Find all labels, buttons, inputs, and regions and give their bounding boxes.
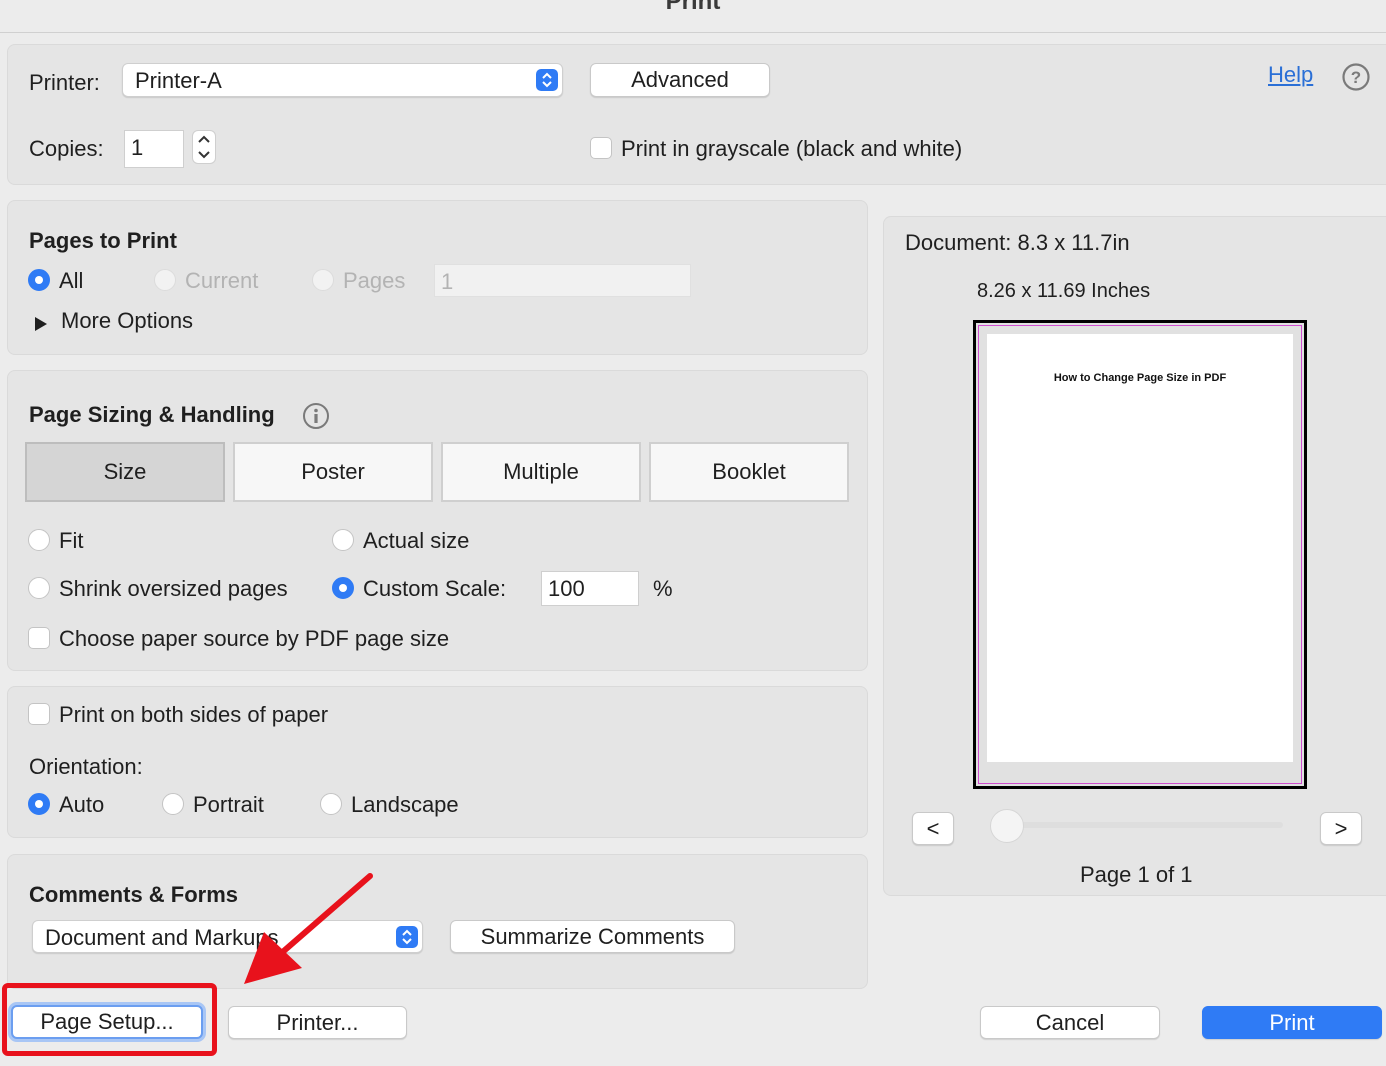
fit-label: Fit	[59, 528, 84, 553]
custom-scale-value: 100	[548, 576, 585, 601]
help-icon[interactable]: ?	[1341, 62, 1371, 92]
annotation-highlight-box	[2, 983, 217, 1056]
more-options-label[interactable]: More Options	[61, 308, 193, 334]
prev-page-button[interactable]: <	[912, 812, 954, 845]
select-stepper-icon	[536, 69, 558, 91]
fit-radio[interactable]	[28, 529, 50, 551]
percent-label: %	[653, 576, 673, 601]
custom-scale-label: Custom Scale:	[363, 576, 507, 601]
preview-page-heading: How to Change Page Size in PDF	[1053, 372, 1227, 384]
comments-heading: Comments & Forms	[29, 882, 239, 907]
copies-stepper[interactable]	[192, 130, 216, 164]
printer-button[interactable]: Printer...	[228, 1006, 407, 1039]
tab-multiple[interactable]: Multiple	[441, 442, 641, 502]
page-size-label: 8.26 x 11.69 Inches	[977, 280, 1151, 302]
next-page-button[interactable]: >	[1320, 812, 1362, 845]
orientation-auto-label: Auto	[59, 792, 105, 817]
orientation-label: Orientation:	[29, 754, 143, 779]
help-link[interactable]: Help	[1268, 62, 1313, 88]
summarize-comments-button[interactable]: Summarize Comments	[450, 920, 735, 953]
preview-page-sheet: How to Change Page Size in PDF	[987, 334, 1293, 762]
page-sizing-heading: Page Sizing & Handling	[29, 402, 275, 427]
orientation-portrait-radio[interactable]	[162, 793, 184, 815]
info-icon[interactable]	[302, 402, 330, 436]
annotation-arrow-icon	[244, 873, 373, 984]
titlebar-divider	[0, 32, 1386, 33]
orientation-landscape-radio[interactable]	[320, 793, 342, 815]
pages-all-label: All	[59, 268, 84, 293]
printer-select[interactable]: Printer-A	[122, 63, 563, 97]
page-slider-thumb[interactable]	[990, 809, 1024, 843]
svg-text:?: ?	[1351, 68, 1361, 87]
printer-select-value: Printer-A	[135, 68, 222, 93]
tab-booklet[interactable]: Booklet	[649, 442, 849, 502]
orientation-portrait-label: Portrait	[193, 792, 264, 817]
tab-size[interactable]: Size	[25, 442, 225, 502]
copies-label: Copies:	[29, 136, 104, 161]
pages-range-label: Pages	[343, 268, 406, 293]
document-size-label: Document: 8.3 x 11.7in	[905, 230, 1130, 255]
paper-source-checkbox[interactable]	[28, 627, 50, 649]
actual-size-label: Actual size	[363, 528, 470, 553]
page-slider-track[interactable]	[1000, 822, 1283, 828]
window-title: Print	[665, 0, 721, 15]
page-indicator: Page 1 of 1	[1080, 862, 1193, 887]
copies-field[interactable]: 1	[124, 130, 184, 168]
advanced-button[interactable]: Advanced	[590, 63, 770, 97]
shrink-label: Shrink oversized pages	[59, 576, 288, 601]
printer-label: Printer:	[29, 70, 100, 95]
actual-size-radio[interactable]	[332, 529, 354, 551]
copies-value: 1	[131, 135, 144, 160]
paper-source-label: Choose paper source by PDF page size	[59, 626, 450, 651]
custom-scale-radio[interactable]	[332, 577, 354, 599]
pages-current-label: Current	[185, 268, 259, 293]
print-button[interactable]: Print	[1202, 1006, 1382, 1039]
pages-range-value: 1	[441, 269, 454, 294]
cancel-button[interactable]: Cancel	[980, 1006, 1160, 1039]
grayscale-checkbox[interactable]	[590, 137, 612, 159]
select-stepper-icon	[396, 926, 418, 948]
pages-range-radio[interactable]	[312, 269, 334, 291]
duplex-label: Print on both sides of paper	[59, 702, 329, 727]
pages-range-field[interactable]: 1	[434, 264, 691, 297]
orientation-auto-radio[interactable]	[28, 793, 50, 815]
grayscale-label: Print in grayscale (black and white)	[621, 136, 963, 161]
shrink-radio[interactable]	[28, 577, 50, 599]
disclosure-triangle-icon[interactable]	[34, 312, 48, 338]
orientation-landscape-label: Landscape	[351, 792, 459, 817]
tab-poster[interactable]: Poster	[233, 442, 433, 502]
pages-current-radio[interactable]	[154, 269, 176, 291]
duplex-checkbox[interactable]	[28, 703, 50, 725]
custom-scale-field[interactable]: 100	[541, 571, 639, 606]
pages-all-radio[interactable]	[28, 269, 50, 291]
page-preview: How to Change Page Size in PDF	[973, 320, 1307, 789]
pages-to-print-heading: Pages to Print	[29, 228, 177, 253]
